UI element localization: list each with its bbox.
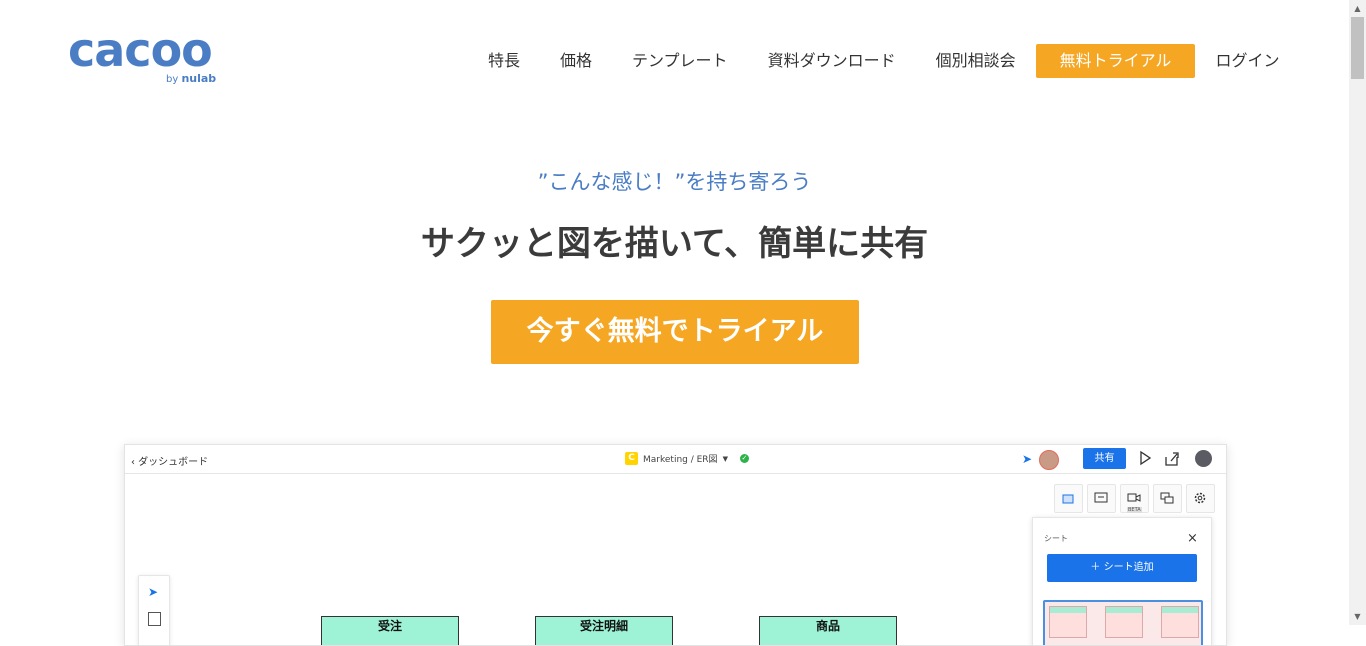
free-trial-button[interactable]: 無料トライアル	[1035, 44, 1196, 78]
scrollbar-thumb[interactable]	[1351, 17, 1364, 79]
user-avatar[interactable]	[1195, 450, 1212, 467]
close-icon[interactable]: ×	[1187, 531, 1198, 546]
logo-wordmark: cacoo	[68, 23, 213, 77]
hero-trial-button[interactable]: 今すぐ無料でトライアル	[491, 300, 859, 364]
app-preview: ‹ ダッシュボード C Marketing / ER図 ▼ ✓ ➤ 共有 BET…	[124, 444, 1227, 646]
sheets-icon[interactable]	[1054, 484, 1083, 513]
hero-headline: サクッと図を描いて、簡単に共有	[420, 224, 929, 264]
logo-nulab-text: nulab	[181, 72, 217, 85]
beta-badge: BETA	[1127, 507, 1142, 513]
dashboard-back-link[interactable]: ‹ ダッシュボード	[131, 453, 208, 468]
main-nav: 特長 価格 テンプレート 資料ダウンロード 個別相談会 無料トライアル ログイン	[468, 44, 1299, 78]
video-icon[interactable]: BETA	[1120, 484, 1149, 513]
er-entity-products[interactable]: 商品	[759, 616, 897, 645]
right-tool-panel: BETA	[1054, 484, 1215, 513]
chat-icon[interactable]	[1153, 484, 1182, 513]
scroll-up-arrow-icon[interactable]: ▲	[1349, 0, 1366, 17]
hero-tagline: ”こんな感じ！”を持ち寄ろう	[537, 170, 812, 194]
app-toolbar: ‹ ダッシュボード C Marketing / ER図 ▼ ✓ ➤ 共有	[125, 445, 1226, 474]
sheet-panel-title: シート	[1044, 534, 1068, 543]
export-icon[interactable]	[1163, 450, 1181, 468]
scroll-down-arrow-icon[interactable]: ▼	[1349, 608, 1366, 625]
cacoo-doc-icon: C	[625, 452, 638, 465]
avatar[interactable]	[1039, 450, 1059, 470]
gear-icon[interactable]	[1186, 484, 1215, 513]
cursor-icon: ➤	[1022, 452, 1033, 466]
document-title[interactable]: C Marketing / ER図 ▼ ✓	[625, 452, 749, 465]
cacoo-logo[interactable]: cacoo by nulab	[68, 23, 218, 90]
comment-icon[interactable]	[1087, 484, 1116, 513]
select-tool-icon[interactable]: ➤	[148, 585, 158, 599]
er-entity-order-details[interactable]: 受注明細	[535, 616, 673, 645]
document-title-text: Marketing / ER図	[643, 455, 718, 465]
nav-consultation[interactable]: 個別相談会	[916, 44, 1036, 78]
sheet-thumbnail[interactable]	[1043, 600, 1203, 645]
left-tool-panel: ➤	[138, 575, 170, 645]
nav-downloads[interactable]: 資料ダウンロード	[748, 44, 916, 78]
logo-by-text: by	[166, 74, 179, 85]
nav-features[interactable]: 特長	[468, 44, 540, 78]
mini-table	[1049, 606, 1087, 638]
er-entity-orders[interactable]: 受注	[321, 616, 459, 645]
site-header: cacoo by nulab 特長 価格 テンプレート 資料ダウンロード 個別相…	[0, 0, 1349, 110]
chevron-down-icon: ▼	[722, 454, 728, 463]
nav-templates[interactable]: テンプレート	[612, 44, 748, 78]
check-icon: ✓	[739, 454, 749, 463]
logo-byline: by nulab	[166, 72, 216, 85]
sticky-note-icon[interactable]	[148, 612, 161, 626]
page-scrollbar[interactable]: ▲ ▼	[1349, 0, 1366, 625]
add-sheet-button[interactable]: ＋ シート追加	[1047, 554, 1197, 582]
sheet-panel: シート × ＋ シート追加	[1032, 517, 1212, 645]
login-link[interactable]: ログイン	[1195, 44, 1299, 78]
share-button[interactable]: 共有	[1083, 448, 1126, 469]
play-icon[interactable]	[1137, 450, 1153, 466]
nav-pricing[interactable]: 価格	[540, 44, 612, 78]
mini-table	[1105, 606, 1143, 638]
mini-table	[1161, 606, 1199, 638]
